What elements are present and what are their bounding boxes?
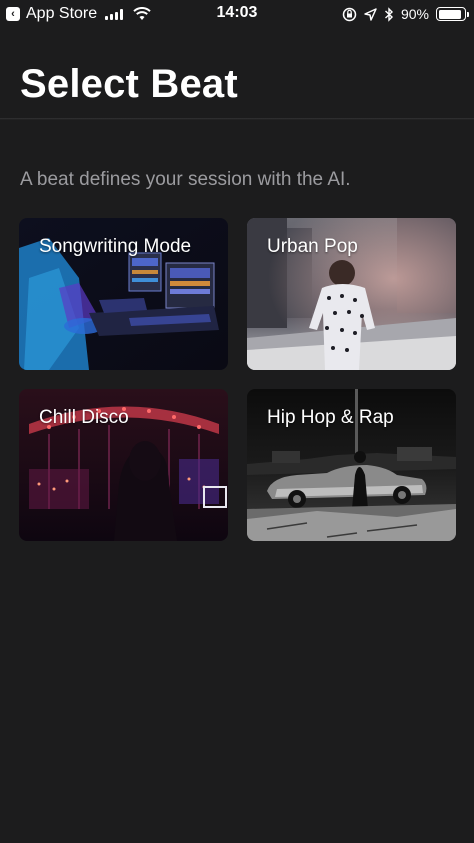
- beat-card-chill-disco[interactable]: Chill Disco: [19, 389, 228, 541]
- status-right: 90%: [342, 4, 469, 24]
- battery-icon: [436, 7, 469, 21]
- location-icon: [364, 7, 377, 21]
- beat-card-hip-hop-rap[interactable]: Hip Hop & Rap: [247, 389, 456, 541]
- beat-label: Chill Disco: [39, 407, 129, 428]
- subtitle: A beat defines your session with the AI.: [20, 169, 351, 190]
- beat-label: Hip Hop & Rap: [267, 407, 394, 428]
- status-bar: ‹ App Store 14:03 90%: [0, 0, 474, 28]
- beat-label: Songwriting Mode: [39, 236, 192, 257]
- page-title: Select Beat: [20, 62, 238, 106]
- title-divider: [0, 118, 474, 120]
- beat-label: Urban Pop: [267, 236, 358, 257]
- battery-fill: [438, 9, 461, 19]
- orientation-lock-icon: [342, 7, 357, 21]
- beat-card-songwriting-mode[interactable]: Songwriting Mode: [19, 218, 228, 370]
- battery-percent: 90%: [400, 6, 429, 22]
- beat-card-urban-pop[interactable]: Urban Pop: [247, 218, 456, 370]
- bluetooth-icon: [384, 6, 393, 22]
- screen: ‹ App Store 14:03 90% Select Beat A beat…: [0, 0, 474, 843]
